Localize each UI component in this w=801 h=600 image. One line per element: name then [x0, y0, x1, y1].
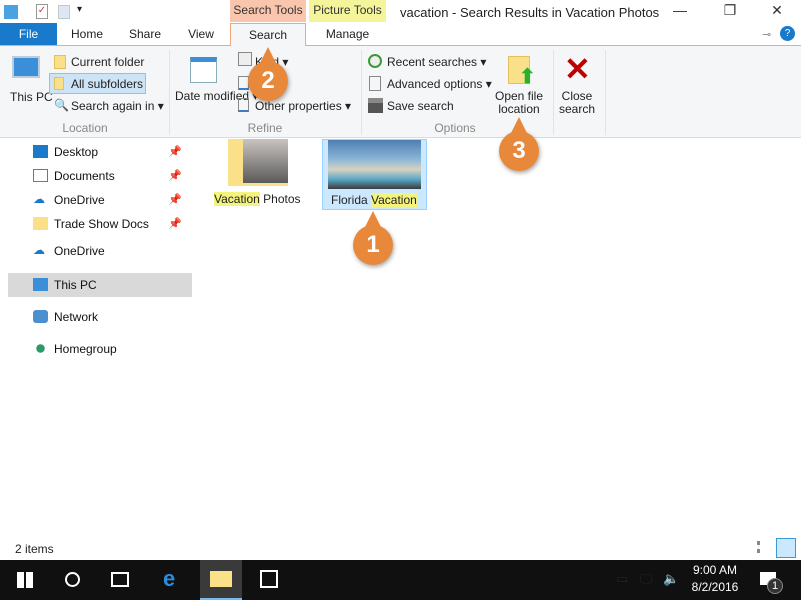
edge-icon[interactable]: e	[163, 566, 175, 592]
file-item-florida-vacation[interactable]: Florida Vacation	[322, 139, 427, 210]
advanced-options-icon	[369, 76, 381, 91]
separator	[553, 50, 554, 135]
status-item-count: 2 items	[15, 542, 54, 556]
location-group-label: Location	[62, 121, 108, 135]
network-icon[interactable]: 🖵	[640, 571, 653, 587]
search-tools-label: Search Tools	[230, 0, 306, 22]
recent-searches-button[interactable]: Recent searches ▾	[387, 55, 486, 69]
cortana-icon[interactable]	[65, 572, 80, 587]
nav-this-pc[interactable]: This PC	[8, 273, 192, 297]
maximize-button[interactable]: ❐	[715, 2, 745, 19]
window-title: vacation - Search Results in Vacation Ph…	[400, 5, 660, 20]
pin-ribbon-icon[interactable]: ⊸	[762, 28, 771, 41]
callout-2: 2	[248, 47, 288, 101]
up-arrow-icon: ⬆	[519, 66, 536, 88]
open-file-location-button[interactable]: Open file location	[490, 90, 548, 116]
help-icon[interactable]: ?	[780, 26, 795, 41]
current-folder-icon	[54, 55, 66, 69]
callout-1: 1	[353, 211, 393, 265]
other-properties-icon	[238, 98, 249, 112]
tab-share[interactable]: Share	[120, 23, 170, 45]
close-search-icon: ✕	[564, 51, 591, 87]
current-folder-button[interactable]: Current folder	[71, 55, 144, 69]
file-item-vacation-photos[interactable]: Vacation Photos	[210, 139, 306, 211]
tab-home[interactable]: Home	[62, 23, 112, 45]
start-icon[interactable]	[17, 572, 33, 588]
new-folder-icon[interactable]	[58, 5, 70, 19]
battery-icon[interactable]: ▭	[616, 571, 628, 587]
callout-3: 3	[499, 117, 539, 171]
tab-file[interactable]: File	[0, 23, 57, 45]
subfolders-icon	[54, 77, 64, 90]
other-properties-button[interactable]: Other properties ▾	[255, 99, 351, 113]
kind-icon	[238, 52, 252, 66]
notification-count-badge: 1	[767, 578, 783, 594]
close-button[interactable]: ✕	[762, 2, 792, 19]
options-group-label: Options	[434, 121, 476, 135]
date-modified-button[interactable]: Date modified ▾	[175, 90, 258, 103]
file-explorer-taskbar-button[interactable]	[200, 560, 242, 600]
large-icons-view-button[interactable]	[776, 538, 796, 558]
search-again-button[interactable]: Search again in ▾	[71, 99, 164, 113]
clock-date[interactable]: 8/2/2016	[690, 580, 740, 594]
nav-homegroup[interactable]: Homegroup	[8, 337, 192, 361]
details-view-button[interactable]	[757, 541, 771, 553]
search-again-icon: 🔍	[54, 98, 69, 112]
properties-icon[interactable]: ✓	[36, 4, 48, 19]
photo-thumbnail	[328, 140, 421, 189]
folder-icon	[210, 571, 232, 587]
customize-qat-icon[interactable]: ▾	[77, 4, 82, 15]
separator	[169, 50, 170, 135]
this-pc-button[interactable]: This PC	[10, 91, 53, 104]
volume-icon[interactable]: 🔈	[663, 571, 679, 587]
store-icon[interactable]	[260, 570, 278, 588]
calendar-icon	[190, 57, 217, 83]
file-name: Vacation Photos	[214, 192, 301, 206]
nav-network[interactable]: Network	[8, 305, 192, 329]
refine-group-label: Refine	[247, 121, 283, 135]
nav-documents[interactable]: Documents 📌	[8, 164, 192, 188]
nav-desktop[interactable]: Desktop 📌	[8, 140, 192, 164]
separator	[605, 50, 606, 135]
save-search-icon	[368, 98, 383, 113]
this-pc-icon	[12, 56, 40, 78]
separator	[361, 50, 362, 135]
nav-onedrive[interactable]: ☁ OneDrive	[8, 239, 192, 263]
all-subfolders-label: All subfolders	[71, 77, 144, 91]
tab-search[interactable]: Search	[230, 23, 306, 46]
recent-searches-icon	[368, 54, 382, 68]
minimize-button[interactable]: —	[665, 2, 695, 18]
close-search-button[interactable]: Close search	[557, 90, 597, 116]
tab-manage[interactable]: Manage	[309, 23, 386, 45]
nav-onedrive-quick[interactable]: ☁ OneDrive 📌	[8, 188, 192, 212]
task-view-icon[interactable]	[111, 572, 129, 587]
save-search-button[interactable]: Save search	[387, 99, 454, 113]
nav-trade-show-docs[interactable]: Trade Show Docs 📌	[8, 212, 192, 236]
picture-tools-label: Picture Tools	[309, 0, 386, 22]
clock-time[interactable]: 9:00 AM	[690, 563, 740, 577]
tab-view[interactable]: View	[176, 23, 226, 45]
folder-thumbnail	[243, 139, 288, 183]
file-name: Florida Vacation	[331, 193, 417, 207]
explorer-icon	[4, 5, 18, 19]
advanced-options-button[interactable]: Advanced options ▾	[387, 77, 492, 91]
